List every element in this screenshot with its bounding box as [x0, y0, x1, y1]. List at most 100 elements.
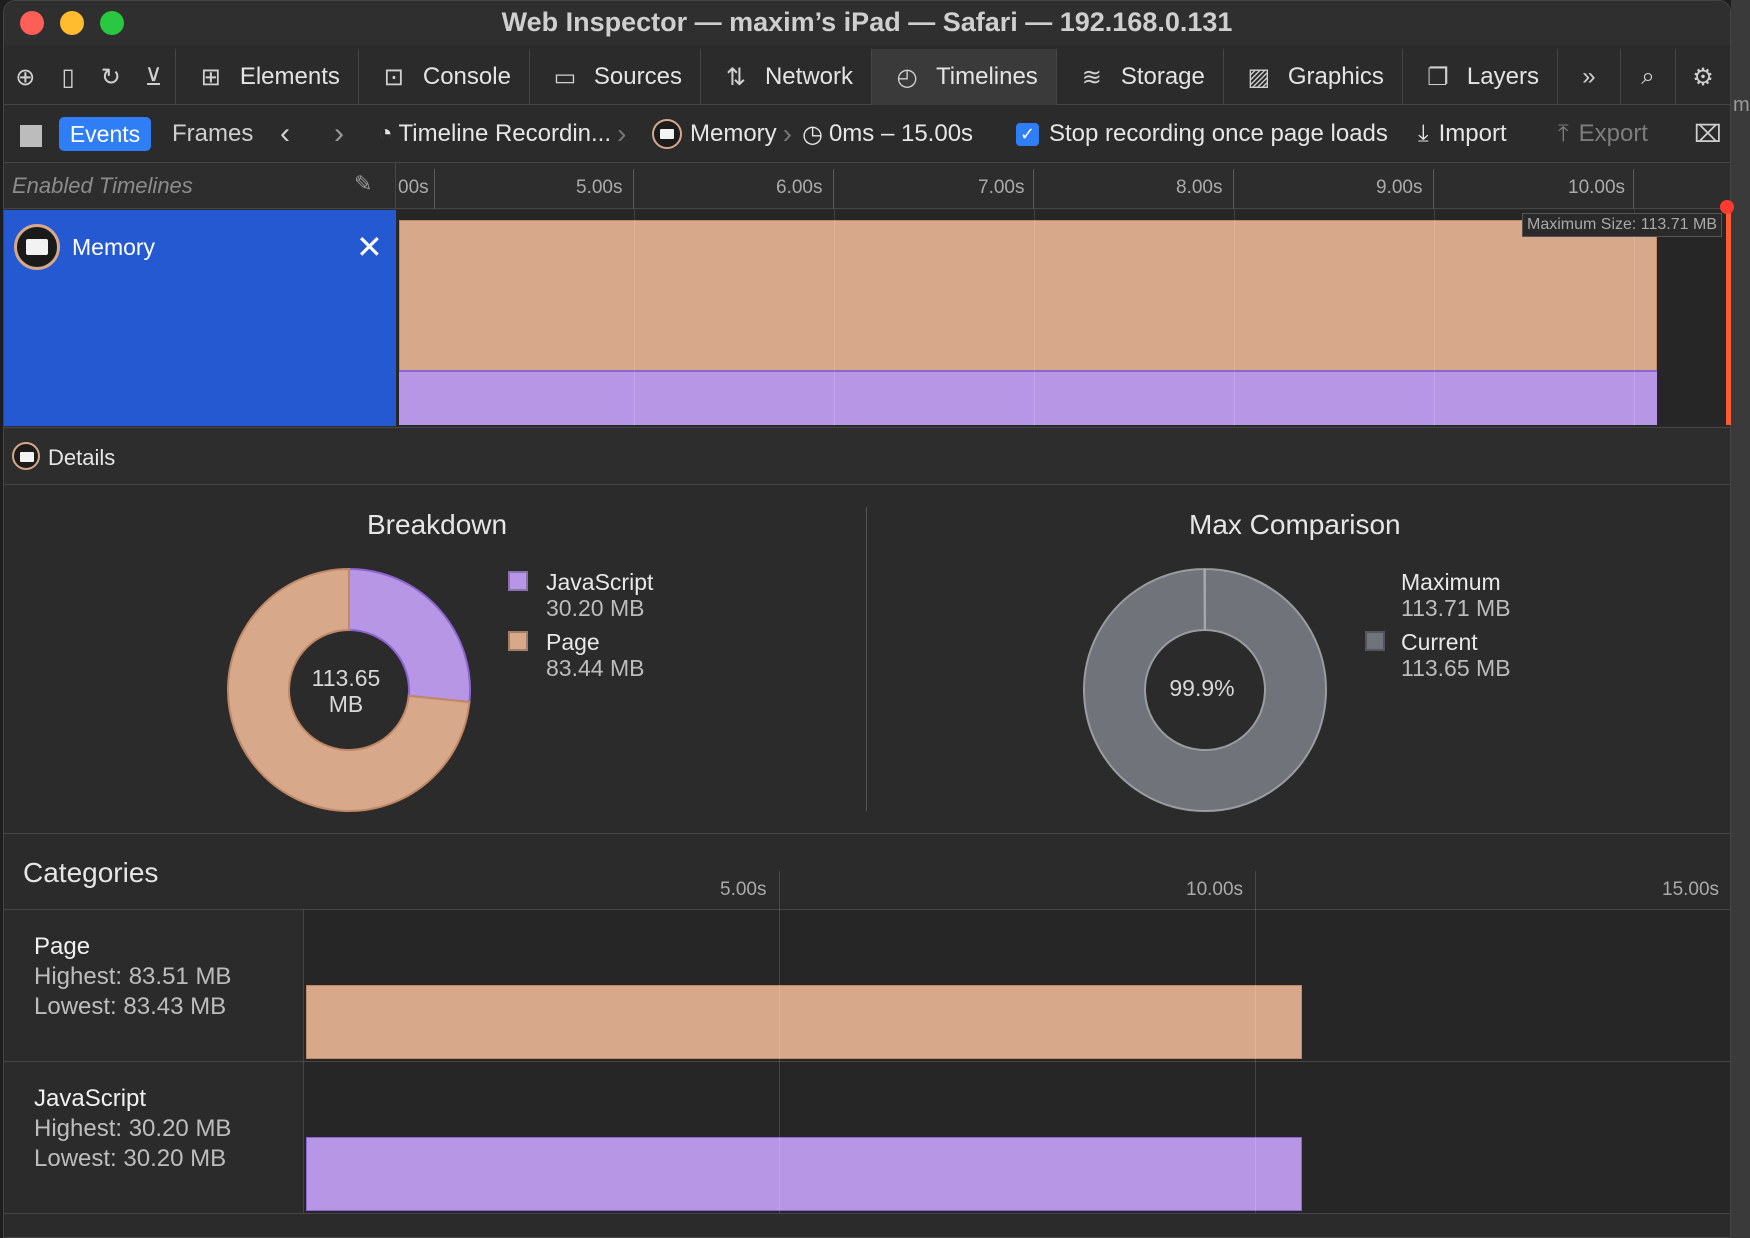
memory-overview-graph[interactable]: Maximum Size: 113.71 MB	[397, 210, 1730, 426]
download-icon[interactable]: ⊻	[132, 49, 175, 105]
timeline-control-bar: Events Frames ‹ › ◔ Timeline Recordin... ›…	[4, 105, 1730, 163]
recording-icon: ◔	[378, 120, 393, 147]
page-category-band	[306, 985, 1302, 1059]
page-memory-band	[399, 220, 1657, 371]
background-text: m	[1733, 94, 1750, 116]
edit-pencil-icon[interactable]: ✎	[354, 171, 372, 197]
tab-sources[interactable]: ▭ Sources	[528, 49, 700, 105]
breadcrumb-label: Timeline Recordin...	[398, 120, 612, 147]
device-icon[interactable]: ▯	[47, 49, 90, 105]
playhead-dot	[1720, 200, 1734, 214]
maximum-size-label: Maximum Size: 113.71 MB	[1522, 213, 1722, 237]
javascript-category-band	[306, 1137, 1302, 1211]
category-lowest: Lowest: 83.43 MB	[34, 993, 227, 1020]
breakdown-center-label: 113.65 MB	[286, 665, 406, 717]
tick-label: 9.00s	[1376, 177, 1423, 198]
max-comparison-center: 99.9%	[1169, 675, 1235, 701]
category-tick-label: 10.00s	[1186, 879, 1244, 900]
breakdown-title: Breakdown	[367, 509, 508, 540]
import-button[interactable]: ⤓ Import	[1418, 105, 1507, 163]
current-legend-label: Current	[1401, 629, 1478, 655]
javascript-category-graph[interactable]	[304, 1062, 1730, 1213]
javascript-category-info: JavaScript Highest: 30.20 MB Lowest: 30.…	[34, 1084, 231, 1174]
breakdown-total-value: 113.65	[311, 665, 381, 691]
maximum-legend-label: Maximum	[1401, 569, 1501, 595]
stop-recording-button[interactable]	[20, 125, 42, 147]
network-icon: ⇅	[725, 63, 747, 91]
breadcrumb-label: 0ms – 15.00s	[828, 120, 974, 147]
category-column-divider	[303, 910, 304, 1214]
enabled-timelines-header: Enabled Timelines ✎	[4, 163, 396, 209]
tick-label: 6.00s	[776, 177, 823, 198]
settings-button[interactable]: ⚙	[1674, 49, 1730, 105]
memory-timeline-row[interactable]: Memory ✕	[4, 210, 396, 426]
breadcrumb-range[interactable]: ◷ 0ms – 15.00s	[802, 105, 973, 163]
tick-label: 5.00s	[576, 177, 623, 198]
close-icon[interactable]: ✕	[356, 228, 383, 266]
search-button[interactable]: ⌕	[1619, 49, 1675, 105]
breadcrumb-recording[interactable]: ◔ Timeline Recordin... ›	[378, 105, 632, 163]
category-name: JavaScript	[34, 1085, 147, 1112]
tick-line	[1433, 169, 1434, 209]
events-toggle[interactable]: Events	[59, 117, 151, 151]
tab-network[interactable]: ⇅ Network	[699, 49, 871, 105]
tab-timelines[interactable]: ◴ Timelines	[871, 49, 1056, 105]
category-highest: Highest: 83.51 MB	[34, 963, 232, 990]
tick-line	[833, 169, 834, 209]
tab-layers[interactable]: ❐ Layers	[1401, 49, 1557, 105]
grid-line	[1034, 210, 1035, 426]
javascript-legend-swatch	[508, 571, 528, 591]
tab-label: Timelines	[936, 63, 1038, 90]
crosshair-icon[interactable]: ⊕	[4, 49, 47, 105]
memory-icon	[12, 442, 40, 470]
details-label: Details	[48, 445, 116, 470]
tab-storage[interactable]: ≋ Storage	[1055, 49, 1223, 105]
layers-icon: ❐	[1427, 63, 1449, 91]
divider	[4, 1213, 1730, 1214]
export-button[interactable]: ⤒ Export	[1558, 105, 1648, 163]
tick-label: 7.00s	[978, 177, 1025, 198]
grid-line	[1634, 210, 1635, 426]
chevron-double-right-icon: »	[1582, 63, 1596, 90]
forward-button[interactable]: ›	[334, 105, 344, 163]
tab-label: Elements	[239, 63, 340, 90]
page-legend-swatch	[508, 631, 528, 651]
tab-label: Graphics	[1287, 63, 1384, 90]
background-window-edge: m	[1731, 0, 1750, 1238]
window-title: Web Inspector — maxim’s iPad — Safari — …	[501, 7, 1233, 37]
clock-icon: ◷	[802, 120, 823, 148]
export-icon: ⤒	[1558, 120, 1569, 147]
tick-line	[1633, 169, 1634, 209]
tick-line	[1033, 169, 1034, 209]
sources-icon: ▭	[553, 63, 577, 91]
page-category-graph[interactable]	[304, 910, 1730, 1061]
tick-label: 10.00s	[1568, 177, 1626, 198]
tab-elements[interactable]: ⊞ Elements	[174, 49, 358, 105]
page-legend-value: 83.44 MB	[546, 655, 645, 681]
frames-toggle[interactable]: Frames	[172, 105, 253, 163]
categories-title: Categories	[23, 857, 159, 888]
tick-label: 8.00s	[1176, 177, 1223, 198]
reload-icon[interactable]: ↻	[89, 49, 132, 105]
tab-label: Network	[764, 63, 853, 90]
search-icon: ⌕	[1641, 63, 1655, 90]
grid-line	[1434, 210, 1435, 426]
divider	[4, 833, 1730, 834]
category-highest: Highest: 30.20 MB	[34, 1115, 232, 1142]
tab-label: Layers	[1466, 63, 1539, 90]
memory-icon	[652, 119, 682, 149]
tab-console[interactable]: ⊡ Console	[357, 49, 529, 105]
clear-timeline-button[interactable]: ⌧	[1694, 105, 1722, 163]
breadcrumb-memory[interactable]: Memory ›	[652, 105, 798, 163]
more-tabs-button[interactable]: »	[1556, 49, 1620, 105]
stop-on-load-checkbox[interactable]: ✓ Stop recording once page loads	[1016, 105, 1388, 163]
timeline-ruler[interactable]: 00s 5.00s 6.00s 7.00s 8.00s 9.00s 10.00s	[396, 163, 1730, 209]
trash-icon: ⌧	[1694, 120, 1722, 148]
details-divider	[866, 507, 867, 811]
title-bar: Web Inspector — maxim’s iPad — Safari — …	[4, 1, 1730, 45]
page-legend-label: Page	[546, 629, 600, 655]
back-button[interactable]: ‹	[280, 105, 290, 163]
javascript-legend-label: JavaScript	[546, 569, 654, 595]
tick-line	[633, 169, 634, 209]
tab-graphics[interactable]: ▨ Graphics	[1222, 49, 1402, 105]
